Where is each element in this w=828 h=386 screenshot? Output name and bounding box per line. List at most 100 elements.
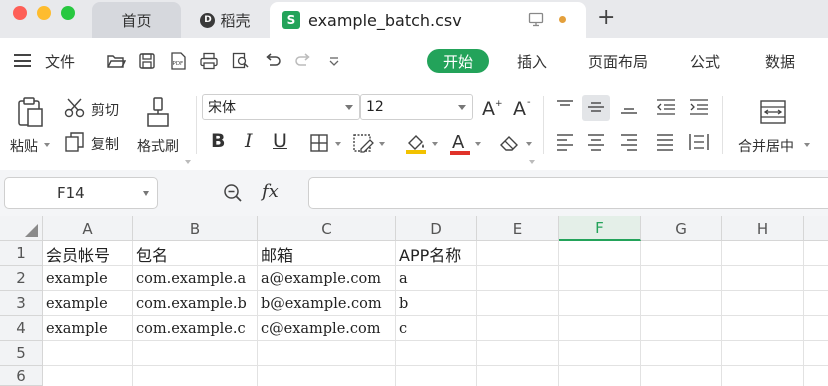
- cell-c2[interactable]: a@example.com: [258, 266, 395, 291]
- cell-b2[interactable]: com.example.a: [133, 266, 257, 291]
- cell-a3[interactable]: example: [43, 291, 132, 316]
- italic-button[interactable]: I: [245, 130, 253, 152]
- menu-page-layout[interactable]: 页面布局: [588, 51, 648, 72]
- column-header[interactable]: H: [722, 216, 804, 241]
- column-header[interactable]: C: [258, 216, 396, 241]
- cell-d1[interactable]: APP名称: [396, 241, 476, 266]
- undo-icon[interactable]: [263, 52, 283, 70]
- align-center-icon[interactable]: [586, 133, 606, 151]
- row-header[interactable]: 4: [0, 316, 43, 341]
- zoom-window-button[interactable]: [61, 6, 75, 20]
- align-middle-icon[interactable]: [586, 98, 606, 116]
- fill-color-icon[interactable]: [404, 131, 428, 155]
- cell-b3[interactable]: com.example.b: [133, 291, 257, 316]
- paste-icon[interactable]: [16, 96, 46, 128]
- font-group-expander[interactable]: [529, 160, 535, 164]
- align-bottom-icon[interactable]: [619, 98, 639, 116]
- align-left-icon[interactable]: [555, 133, 575, 151]
- cell-a4[interactable]: example: [43, 316, 132, 341]
- decrease-indent-icon[interactable]: [655, 98, 677, 116]
- clipboard-group-expander[interactable]: [185, 160, 191, 164]
- export-pdf-icon[interactable]: PDF: [168, 52, 188, 70]
- row-header[interactable]: 1: [0, 241, 43, 266]
- fill-color-dropdown-caret[interactable]: [432, 142, 438, 146]
- menu-file[interactable]: 文件: [45, 51, 75, 72]
- underline-button[interactable]: U: [273, 130, 287, 152]
- column-header[interactable]: E: [477, 216, 559, 241]
- monitor-icon[interactable]: [528, 12, 544, 27]
- cell-a1[interactable]: 会员帐号: [43, 241, 132, 266]
- font-name-select[interactable]: 宋体: [202, 94, 360, 120]
- cell-c4[interactable]: c@example.com: [258, 316, 395, 341]
- borders-icon[interactable]: [309, 133, 331, 153]
- redo-icon[interactable]: [293, 52, 313, 70]
- new-tab-button[interactable]: +: [597, 6, 615, 30]
- customize-toolbar-icon[interactable]: [324, 52, 344, 70]
- scissors-icon[interactable]: [64, 97, 86, 119]
- spreadsheet-grid[interactable]: A B C D E F G H 1 2 3 4 5 6 会员帐号 包名 邮箱 A…: [0, 216, 828, 386]
- column-header[interactable]: D: [396, 216, 477, 241]
- column-header[interactable]: G: [641, 216, 722, 241]
- cell-b1[interactable]: 包名: [133, 241, 257, 266]
- cut-button[interactable]: 剪切: [91, 100, 119, 120]
- zoom-search-icon[interactable]: [223, 183, 243, 203]
- format-painter-icon[interactable]: [145, 96, 171, 128]
- tab-docer[interactable]: D 稻壳: [181, 2, 270, 38]
- increase-indent-icon[interactable]: [688, 98, 710, 116]
- save-icon[interactable]: [137, 52, 157, 70]
- row-header[interactable]: 6: [0, 366, 43, 386]
- paste-button[interactable]: 粘贴: [10, 136, 38, 156]
- merge-dropdown-caret[interactable]: [804, 143, 810, 147]
- merge-center-button[interactable]: 合并居中: [738, 136, 794, 156]
- print-preview-icon[interactable]: [231, 52, 251, 70]
- minimize-window-button[interactable]: [37, 6, 51, 20]
- tab-document[interactable]: S example_batch.csv: [270, 2, 586, 38]
- cell-fill-style-icon[interactable]: [352, 133, 376, 153]
- paste-dropdown-caret[interactable]: [44, 143, 50, 147]
- menu-formulas[interactable]: 公式: [690, 51, 720, 72]
- distributed-align-icon[interactable]: [688, 132, 710, 152]
- copy-button[interactable]: 复制: [91, 134, 119, 154]
- insert-function-button[interactable]: fx: [262, 181, 279, 202]
- cell-d3[interactable]: b: [396, 291, 476, 316]
- tab-home[interactable]: 首页: [92, 2, 181, 38]
- cell-a2[interactable]: example: [43, 266, 132, 291]
- cell-style-dropdown-caret[interactable]: [379, 142, 385, 146]
- row-header[interactable]: 3: [0, 291, 43, 316]
- formula-input[interactable]: [308, 177, 828, 209]
- open-folder-icon[interactable]: [106, 52, 126, 70]
- cell-d2[interactable]: a: [396, 266, 476, 291]
- justify-icon[interactable]: [655, 133, 675, 151]
- cell-d4[interactable]: c: [396, 316, 476, 341]
- cell-c3[interactable]: b@example.com: [258, 291, 395, 316]
- format-painter-button[interactable]: 格式刷: [137, 136, 179, 156]
- close-window-button[interactable]: [13, 6, 27, 20]
- menu-home-tab[interactable]: 开始: [427, 49, 489, 73]
- font-size-select[interactable]: 12: [360, 94, 473, 120]
- eraser-icon[interactable]: [498, 132, 522, 154]
- align-right-icon[interactable]: [619, 133, 639, 151]
- increase-font-size-icon[interactable]: A +: [481, 97, 503, 117]
- menu-insert[interactable]: 插入: [517, 51, 547, 72]
- column-header[interactable]: A: [43, 216, 133, 241]
- borders-dropdown-caret[interactable]: [335, 142, 341, 146]
- name-box[interactable]: F14: [4, 177, 158, 209]
- hamburger-menu-icon[interactable]: [14, 54, 31, 67]
- bold-button[interactable]: B: [211, 130, 225, 152]
- column-header-selected[interactable]: F: [559, 216, 641, 241]
- font-color-icon[interactable]: A: [449, 130, 471, 156]
- clear-dropdown-caret[interactable]: [526, 142, 532, 146]
- font-color-dropdown-caret[interactable]: [475, 142, 481, 146]
- copy-icon[interactable]: [65, 131, 85, 153]
- column-header[interactable]: B: [133, 216, 258, 241]
- cell-c1[interactable]: 邮箱: [258, 241, 395, 266]
- row-header[interactable]: 2: [0, 266, 43, 291]
- menu-data[interactable]: 数据: [765, 51, 795, 72]
- decrease-font-size-icon[interactable]: A -: [512, 97, 534, 117]
- cell-b4[interactable]: com.example.c: [133, 316, 257, 341]
- merge-center-icon[interactable]: [759, 99, 787, 125]
- align-top-icon[interactable]: [555, 98, 575, 116]
- select-all-button[interactable]: [0, 216, 43, 241]
- row-header[interactable]: 5: [0, 341, 43, 366]
- print-icon[interactable]: [199, 52, 219, 70]
